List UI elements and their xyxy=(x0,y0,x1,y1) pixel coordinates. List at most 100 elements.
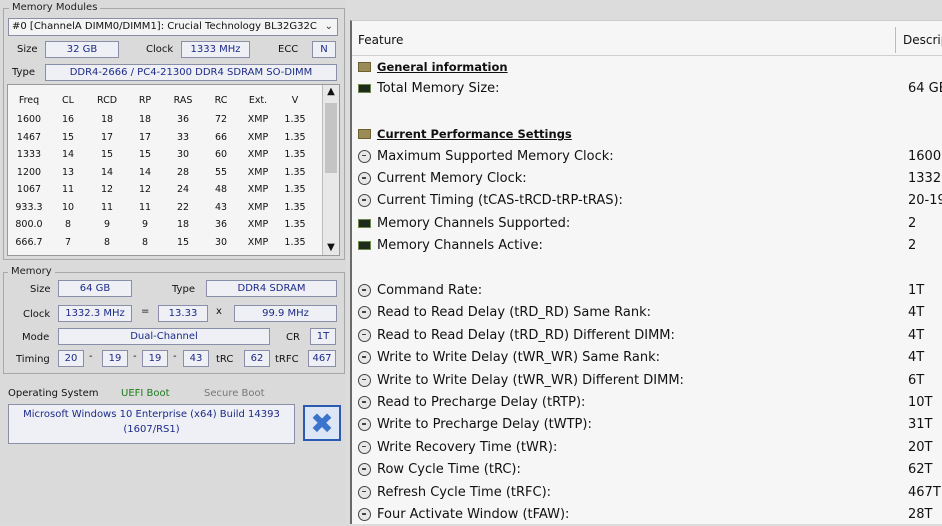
timing-cell: 11 xyxy=(100,201,114,213)
timing-ras: 43 xyxy=(183,350,209,367)
feature-value: 2 xyxy=(908,238,917,254)
col-feature-header[interactable]: Feature xyxy=(358,33,403,47)
feature-row[interactable]: Write to Write Delay (tWR_WR) Same Rank:… xyxy=(352,347,942,369)
timing-dash: - xyxy=(133,351,137,362)
feature-row[interactable]: Current Memory Clock: 1332. xyxy=(352,168,942,190)
feature-row[interactable]: Command Rate: 1T xyxy=(352,280,942,302)
memory-modules-title: Memory Modules xyxy=(9,2,101,13)
feature-value: 4T xyxy=(908,305,925,321)
timing-cell: XMP xyxy=(247,131,269,143)
feature-row[interactable]: Read to Read Delay (tRD_RD) Same Rank: 4T xyxy=(352,302,942,324)
clock-icon xyxy=(358,328,371,342)
feature-row[interactable]: Memory Channels Supported: 2 xyxy=(352,213,942,235)
feature-value: 10T xyxy=(908,395,933,410)
timing-rcd: 19 xyxy=(102,350,128,367)
timing-cell: 33 xyxy=(176,131,190,143)
timing-cell: 8 xyxy=(103,236,111,248)
feature-row[interactable]: Total Memory Size: 64 GB xyxy=(352,78,942,100)
folder-icon xyxy=(358,129,371,140)
chip-icon xyxy=(358,241,371,251)
timing-cell: 30 xyxy=(176,149,190,161)
timing-cell: 1467 xyxy=(16,131,42,143)
section-header-row[interactable]: General information xyxy=(352,56,942,78)
timing-cell: 36 xyxy=(176,114,190,126)
os-name-line1: Microsoft Windows 10 Enterprise (x64) Bu… xyxy=(23,409,280,420)
feature-label: Read to Read Delay (tRD_RD) Same Rank: xyxy=(377,305,652,321)
scroll-up-icon[interactable]: ▲ xyxy=(323,85,339,99)
feature-label: Current Timing (tCAS-tRCD-tRP-tRAS): xyxy=(377,193,623,209)
feature-row[interactable]: Read to Precharge Delay (tRTP): 10T xyxy=(352,392,942,414)
secure-boot-label: Secure Boot xyxy=(204,388,265,399)
timing-cell: 48 xyxy=(214,184,228,196)
feature-row[interactable]: Read to Read Delay (tRD_RD) Different DI… xyxy=(352,325,942,347)
header-divider[interactable] xyxy=(895,27,896,53)
timing-cell: 11 xyxy=(138,201,152,213)
feature-value: 31T xyxy=(908,417,933,433)
memory-trc-value: 62 xyxy=(244,350,270,367)
feature-value: 2 xyxy=(908,215,917,231)
timing-cell: XMP xyxy=(247,219,269,231)
feature-value: 20-19 xyxy=(908,193,942,209)
timing-cell: 1067 xyxy=(16,184,42,196)
timing-row: 1600 16 18 18 36 72 XMP 1.35 xyxy=(10,111,314,129)
timing-cell: XMP xyxy=(247,149,269,161)
close-icon: ✖ xyxy=(310,407,334,440)
feature-row[interactable]: Write Recovery Time (tWR): 20T xyxy=(352,437,942,459)
feature-label: Read to Precharge Delay (tRTP): xyxy=(377,395,586,410)
memory-group-title: Memory xyxy=(8,266,55,277)
section-header-row[interactable]: Current Performance Settings xyxy=(352,123,942,145)
feature-label: Write to Write Delay (tWR_WR) Same Rank: xyxy=(377,350,661,366)
feature-row[interactable]: Refresh Cycle Time (tRFC): 467T xyxy=(352,482,942,504)
timing-cell: XMP xyxy=(247,166,269,178)
memory-size-value: 64 GB xyxy=(58,280,132,297)
clock-icon xyxy=(358,194,371,208)
feature-label: Row Cycle Time (tRC): xyxy=(377,462,521,478)
feature-row[interactable]: Row Cycle Time (tRC): 62T xyxy=(352,459,942,481)
memory-size-label: Size xyxy=(30,284,51,295)
col-ras: RAS xyxy=(173,94,193,106)
feature-row[interactable]: Write to Precharge Delay (tWTP): 31T xyxy=(352,414,942,436)
memory-type-value: DDR4 SDRAM xyxy=(206,280,337,297)
feature-row[interactable]: Maximum Supported Memory Clock: 1600. xyxy=(352,146,942,168)
col-rc: RC xyxy=(214,94,228,106)
feature-row[interactable]: Write to Write Delay (tWR_WR) Different … xyxy=(352,370,942,392)
clock-icon xyxy=(358,284,371,297)
scroll-thumb[interactable] xyxy=(325,103,337,173)
timing-cell: 55 xyxy=(214,166,228,178)
clock-icon xyxy=(358,149,371,163)
chip-icon xyxy=(358,218,371,228)
timing-cell: 17 xyxy=(100,131,114,143)
timing-cell: 60 xyxy=(214,149,228,161)
timing-cell: 15 xyxy=(176,236,190,248)
section-title: Current Performance Settings xyxy=(377,127,572,142)
memory-clock-value: 1332.3 MHz xyxy=(58,305,132,322)
spacer-row xyxy=(352,101,942,123)
folder-icon xyxy=(358,62,371,72)
clock-icon xyxy=(358,172,371,185)
memory-multiplier-value: 13.33 xyxy=(158,305,208,322)
col-v: V xyxy=(291,94,299,106)
feature-row[interactable]: Memory Channels Active: 2 xyxy=(352,235,942,257)
timing-cell: 13 xyxy=(61,166,75,178)
clock-icon xyxy=(358,440,371,454)
clock-icon xyxy=(358,351,371,365)
timing-cell: 1.35 xyxy=(284,166,306,178)
module-select[interactable]: #0 [ChannelA DIMM0/DIMM1]: Crucial Techn… xyxy=(8,18,338,36)
feature-label: Command Rate: xyxy=(377,283,483,298)
left-panel: Memory Modules #0 [ChannelA DIMM0/DIMM1]… xyxy=(0,0,346,523)
timing-dash: - xyxy=(173,351,177,362)
col-description-header[interactable]: Descrip xyxy=(903,33,942,47)
feature-value: 4T xyxy=(908,350,925,366)
feature-value: 20T xyxy=(908,439,933,455)
feature-row[interactable]: Current Timing (tCAS-tRCD-tRP-tRAS): 20-1… xyxy=(352,190,942,212)
memory-trfc-value: 467 xyxy=(308,350,336,367)
module-clock-value: 1333 MHz xyxy=(181,41,250,58)
timing-scrollbar[interactable]: ▲ ▼ xyxy=(322,85,339,255)
timing-header-row: Freq CL RCD RP RAS RC Ext. V xyxy=(10,89,314,111)
feature-label: Write Recovery Time (tWR): xyxy=(377,439,558,455)
col-freq: Freq xyxy=(18,94,40,106)
close-button[interactable]: ✖ xyxy=(303,405,341,441)
timing-row: 1067 11 12 12 24 48 XMP 1.35 xyxy=(10,181,314,199)
module-type-value: DDR4-2666 / PC4-21300 DDR4 SDRAM SO-DIMM xyxy=(45,64,337,81)
scroll-down-icon[interactable]: ▼ xyxy=(323,242,339,253)
